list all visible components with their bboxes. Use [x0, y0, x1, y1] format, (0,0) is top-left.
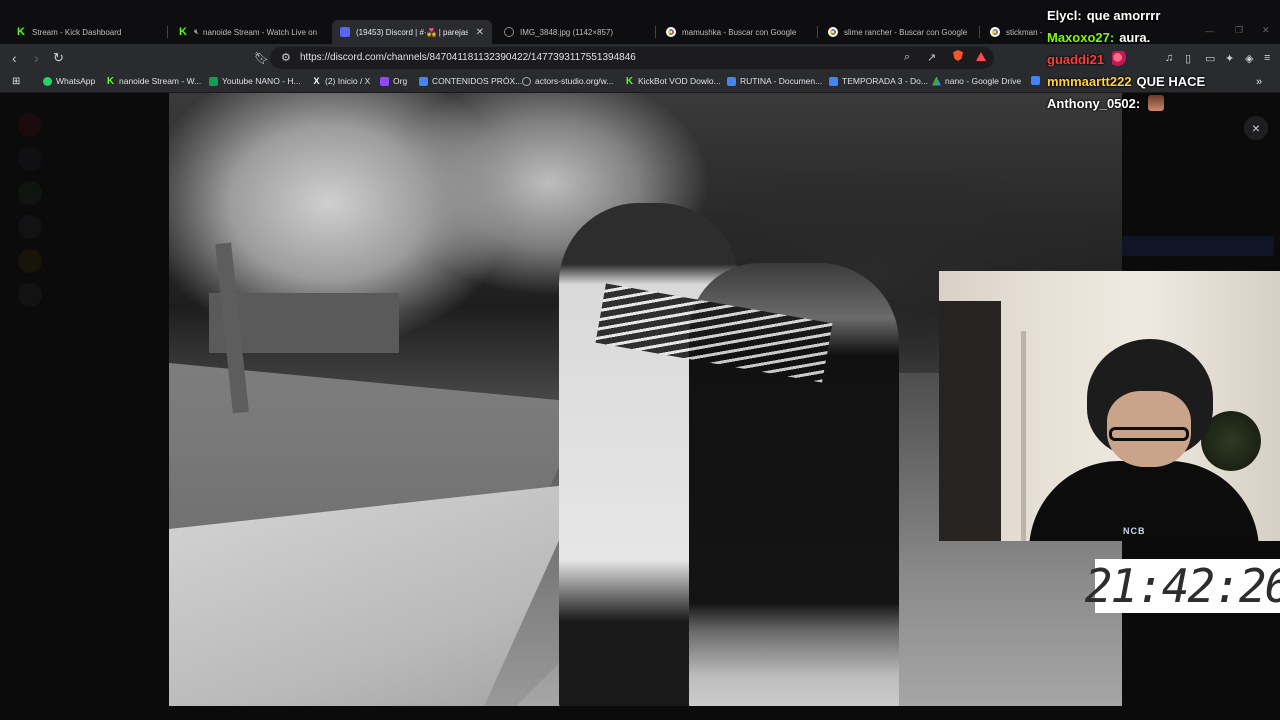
chat-username: Elycl:	[1047, 7, 1082, 23]
bookmark-actors-studio[interactable]: actors-studio.org/w...	[522, 76, 613, 86]
tab-title: slime rancher - Buscar con Google	[844, 27, 968, 37]
chat-username: Maxoxo27:	[1047, 29, 1115, 45]
brave-rewards-icon[interactable]	[976, 52, 986, 61]
image-icon	[504, 27, 514, 37]
docs-icon	[727, 76, 736, 86]
share-icon[interactable]: ↗	[927, 51, 936, 64]
chat-message: Maxoxo27: aura.	[1047, 26, 1280, 48]
chat-message: Elycl: que amorrrr	[1047, 4, 1280, 26]
tab-google-mamushka[interactable]: mamushka - Buscar con Google	[658, 20, 818, 44]
google-icon	[828, 27, 838, 37]
bookmark-kickbot[interactable]: K KickBot VOD Dowlo...	[625, 75, 721, 87]
google-icon	[990, 27, 1000, 37]
webcam-overlay: NCB	[939, 271, 1280, 541]
tab-image[interactable]: IMG_3848.jpg (1142×857)	[496, 20, 656, 44]
close-tab-icon[interactable]: ✕	[476, 27, 484, 38]
bookmark-contenidos[interactable]: CONTENIDOS PRÓX...	[419, 76, 522, 86]
tab-title: stickman -	[1006, 27, 1043, 37]
x-icon: X	[313, 76, 320, 86]
docs-icon	[419, 76, 428, 86]
tab-title: IMG_3848.jpg (1142×857)	[520, 27, 614, 37]
chat-username: mmmaartt222	[1047, 73, 1132, 89]
kick-icon: K	[625, 75, 634, 87]
back-icon[interactable]: ‹	[12, 50, 17, 66]
bookmark-nanoide[interactable]: Knanoide Stream - W...	[106, 75, 201, 87]
close-viewer-button[interactable]: ×	[1244, 116, 1268, 140]
site-info-icon[interactable]: ⚙︎	[281, 51, 291, 64]
docs-icon	[829, 76, 838, 86]
chat-username: guaddi21	[1047, 51, 1105, 67]
url-text: https://discord.com/channels/84704118113…	[300, 52, 636, 63]
bookmark-drive[interactable]: nano - Google Drive	[932, 76, 1021, 86]
google-icon	[666, 27, 676, 37]
kick-icon: K	[17, 26, 25, 38]
bookmark-youtube-nano[interactable]: Youtube NANO - H...	[209, 76, 301, 86]
face-emote	[1148, 95, 1165, 111]
apps-grid-icon[interactable]: ⊞	[12, 76, 20, 87]
server-list	[18, 113, 44, 673]
stream-clock: 21:42:26	[1084, 559, 1280, 613]
bookmark-rutina[interactable]: RUTINA - Documen...	[727, 76, 822, 86]
tab-google-slime-rancher[interactable]: slime rancher - Buscar con Google	[820, 20, 980, 44]
tab-title: mamushka - Buscar con Google	[682, 27, 797, 37]
globe-icon	[522, 76, 531, 86]
bookmark-more-docs[interactable]	[1031, 76, 1044, 85]
kick-icon: K	[179, 26, 187, 38]
discord-icon	[340, 27, 350, 37]
tab-google-stickman[interactable]: stickman -	[982, 20, 1046, 44]
chat-text: QUE HACE	[1136, 73, 1206, 89]
chat-text: aura.	[1119, 29, 1151, 45]
tab-title: nanoide Stream - Watch Live on	[203, 27, 318, 37]
heart-emote	[1112, 51, 1129, 67]
docs-icon	[1031, 76, 1040, 85]
zoom-search-icon[interactable]: ⌕	[904, 51, 910, 64]
reload-icon[interactable]: ↻	[53, 50, 64, 66]
stream-chat-overlay: Elycl: que amorrrr Maxoxo27: aura. guadd…	[1047, 4, 1280, 114]
bookmark-org[interactable]: Org	[380, 76, 407, 86]
muted-icon: 🔇︎	[194, 27, 200, 36]
chat-message: guaddi21	[1047, 48, 1280, 70]
tab-kick-dashboard[interactable]: K Stream - Kick Dashboard	[8, 20, 168, 44]
bookmark-temporada[interactable]: TEMPORADA 3 - Do...	[829, 76, 928, 86]
tab-title: (19453) Discord | #·💑 | parejas	[356, 27, 468, 37]
chat-message: mmmaartt222 QUE HACE	[1047, 70, 1280, 92]
chat-message: Anthony_0502:	[1047, 92, 1280, 114]
whatsapp-icon	[43, 76, 52, 86]
forward-icon[interactable]: ›	[34, 50, 39, 66]
drive-icon	[932, 76, 941, 86]
tab-discord[interactable]: (19453) Discord | #·💑 | parejas ✕	[332, 20, 492, 44]
bookmark-whatsapp[interactable]: WhatsApp	[43, 76, 95, 86]
shirt-logo: NCB	[1123, 526, 1146, 536]
bookmark-icon[interactable]: 🔖︎	[254, 50, 269, 66]
kick-icon: K	[106, 75, 115, 87]
sheets-icon	[209, 76, 218, 86]
bookmark-x[interactable]: X (2) Inicio / X	[312, 76, 370, 86]
chat-text: que amorrrr	[1086, 7, 1161, 23]
twitch-icon	[380, 76, 389, 86]
chat-username: Anthony_0502:	[1047, 95, 1141, 111]
dimmed-chat-input-hint	[1122, 236, 1274, 256]
tab-nanoide-stream[interactable]: K 🔇︎ nanoide Stream - Watch Live on	[170, 20, 330, 44]
url-bar[interactable]: ⚙︎ https://discord.com/channels/84704118…	[270, 47, 994, 69]
tab-title: Stream - Kick Dashboard	[32, 27, 122, 37]
